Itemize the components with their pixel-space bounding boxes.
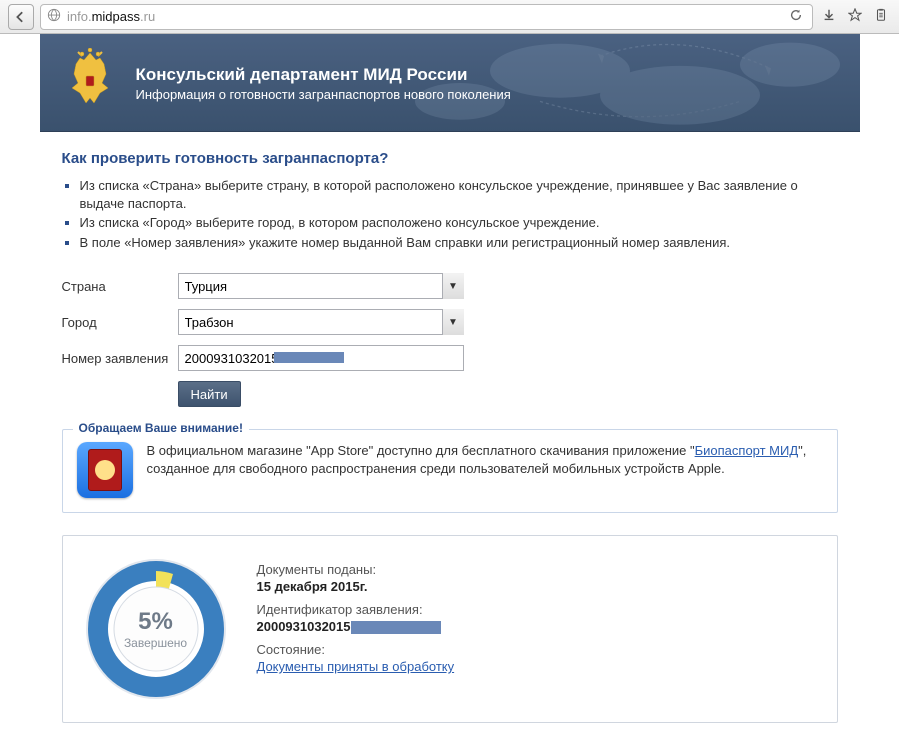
app-id-label: Идентификатор заявления: — [257, 602, 455, 617]
percent-label: Завершено — [124, 636, 187, 650]
url-suffix: .ru — [140, 9, 155, 24]
appnum-label: Номер заявления — [62, 351, 178, 366]
status-link[interactable]: Документы приняты в обработку — [257, 659, 455, 674]
download-icon[interactable] — [819, 8, 839, 26]
header-subtitle: Информация о готовности загранпаспортов … — [136, 87, 511, 102]
redacted-block — [274, 352, 344, 363]
browser-toolbar: info.midpass.ru — [0, 0, 899, 34]
redacted-block — [351, 621, 441, 634]
address-bar[interactable]: info.midpass.ru — [40, 4, 813, 30]
bookmark-icon[interactable] — [845, 8, 865, 26]
submit-button[interactable]: Найти — [178, 381, 241, 407]
instruction-item: Из списка «Страна» выберите страну, в ко… — [80, 177, 838, 212]
result-box: 5% Завершено Документы поданы: 15 декабр… — [62, 535, 838, 723]
instruction-item: Из списка «Город» выберите город, в кото… — [80, 214, 838, 232]
back-button[interactable] — [8, 4, 34, 30]
country-label: Страна — [62, 279, 178, 294]
biopassport-link[interactable]: Биопаспорт МИД — [695, 443, 799, 458]
notice-text: В официальном магазине "App Store" досту… — [147, 442, 823, 478]
app-icon — [77, 442, 133, 498]
notice-box: Обращаем Ваше внимание! В официальном ма… — [62, 429, 838, 513]
percent-value: 5% — [138, 608, 173, 636]
docs-submitted-value: 15 декабря 2015г. — [257, 579, 455, 594]
url-host: midpass — [92, 9, 140, 24]
app-id-value: 2000931032015 — [257, 619, 455, 634]
instructions-list: Из списка «Страна» выберите страну, в ко… — [62, 177, 838, 251]
progress-donut: 5% Завершено — [81, 554, 231, 704]
header-title: Консульский департамент МИД России — [136, 65, 511, 85]
passport-icon — [88, 449, 122, 491]
city-select[interactable]: Трабзон — [178, 309, 464, 335]
globe-icon — [47, 8, 61, 25]
instruction-item: В поле «Номер заявления» укажите номер в… — [80, 234, 838, 252]
notice-legend: Обращаем Ваше внимание! — [73, 421, 249, 435]
country-select[interactable]: Турция — [178, 273, 464, 299]
docs-submitted-label: Документы поданы: — [257, 562, 455, 577]
clipboard-icon[interactable] — [871, 8, 891, 26]
reload-icon[interactable] — [786, 8, 806, 26]
city-label: Город — [62, 315, 178, 330]
page-header: Консульский департамент МИД России Инфор… — [40, 34, 860, 132]
status-label: Состояние: — [257, 642, 455, 657]
section-title: Как проверить готовность загранпаспорта? — [62, 150, 838, 167]
url-prefix: info. — [67, 9, 92, 24]
